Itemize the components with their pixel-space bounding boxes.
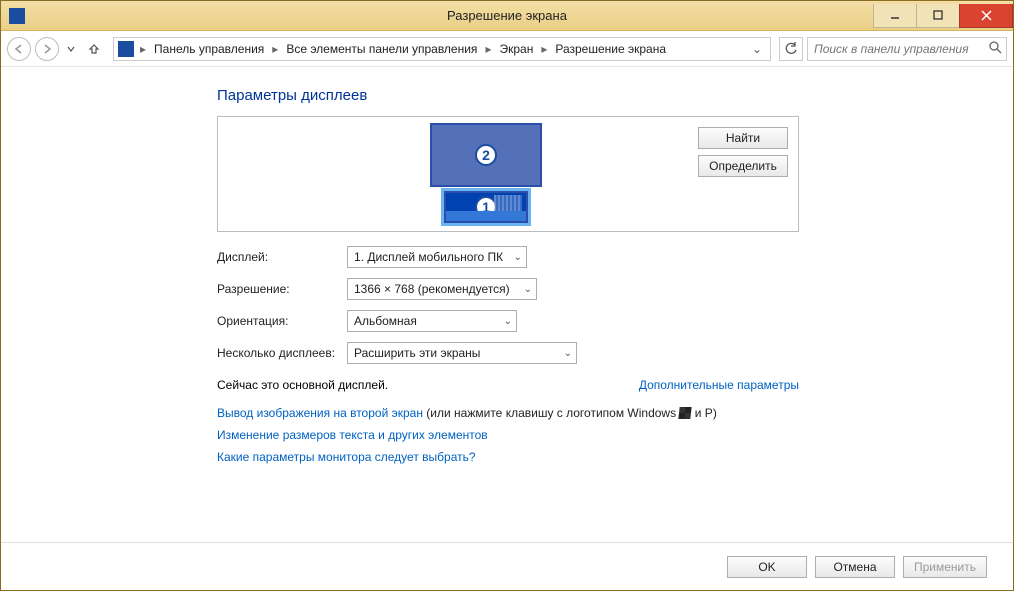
monitor-1[interactable]: 1 [444, 191, 528, 223]
primary-display-status: Сейчас это основной дисплей. [217, 378, 388, 392]
chevron-right-icon: ▸ [270, 42, 280, 56]
cancel-button[interactable]: Отмена [815, 556, 895, 578]
search-icon [988, 40, 1002, 57]
multi-display-label: Несколько дисплеев: [217, 346, 347, 360]
breadcrumb-item[interactable]: Разрешение экрана [551, 40, 670, 58]
text-size-link[interactable]: Изменение размеров текста и других элеме… [217, 428, 799, 442]
breadcrumb-item[interactable]: Все элементы панели управления [282, 40, 481, 58]
maximize-button[interactable] [916, 4, 960, 28]
search-box[interactable] [807, 37, 1007, 61]
minimize-button[interactable] [873, 4, 917, 28]
content-area: Параметры дисплеев 2 1 Найти Определить … [1, 67, 1013, 542]
display-value: 1. Дисплей мобильного ПК [354, 250, 503, 264]
chevron-down-icon: ⌄ [524, 284, 532, 295]
refresh-button[interactable] [779, 37, 803, 61]
ok-button[interactable]: OK [727, 556, 807, 578]
navbar: ▸ Панель управления ▸ Все элементы панел… [1, 31, 1013, 67]
orientation-value: Альбомная [354, 314, 417, 328]
monitor-help-link[interactable]: Какие параметры монитора следует выбрать… [217, 450, 799, 464]
page-title: Параметры дисплеев [217, 87, 799, 104]
hint-text: (или нажмите клавишу с логотипом Windows [423, 406, 679, 420]
chevron-right-icon: ▸ [138, 42, 148, 56]
chevron-down-icon: ⌄ [564, 348, 572, 359]
window: Разрешение экрана ▸ Па [0, 0, 1014, 591]
display-label: Дисплей: [217, 250, 347, 264]
display-arrangement[interactable]: 2 1 Найти Определить [217, 116, 799, 232]
chevron-right-icon: ▸ [539, 42, 549, 56]
display-icon [9, 8, 25, 24]
nav-forward-button[interactable] [35, 37, 59, 61]
breadcrumb[interactable]: ▸ Панель управления ▸ Все элементы панел… [113, 37, 771, 61]
breadcrumb-item[interactable]: Панель управления [150, 40, 268, 58]
breadcrumb-item[interactable]: Экран [495, 40, 537, 58]
apply-button[interactable]: Применить [903, 556, 987, 578]
monitor-number: 2 [475, 144, 497, 166]
window-title: Разрешение экрана [1, 8, 1013, 23]
monitor-2[interactable]: 2 [430, 123, 542, 187]
taskbar-icon [446, 211, 526, 221]
monitor-icon [118, 41, 134, 57]
resolution-label: Разрешение: [217, 282, 347, 296]
detect-button[interactable]: Найти [698, 127, 788, 149]
nav-up-button[interactable] [83, 38, 105, 60]
project-link-row: Вывод изображения на второй экран (или н… [217, 406, 799, 420]
chevron-down-icon: ⌄ [504, 316, 512, 327]
orientation-select[interactable]: Альбомная ⌄ [347, 310, 517, 332]
chevron-down-icon[interactable]: ⌄ [748, 42, 766, 56]
orientation-label: Ориентация: [217, 314, 347, 328]
chevron-down-icon: ⌄ [514, 252, 522, 263]
multi-display-value: Расширить эти экраны [354, 346, 480, 360]
search-input[interactable] [812, 41, 988, 57]
nav-history-button[interactable] [63, 37, 79, 61]
advanced-settings-link[interactable]: Дополнительные параметры [639, 378, 799, 392]
resolution-select[interactable]: 1366 × 768 (рекомендуется) ⌄ [347, 278, 537, 300]
display-select[interactable]: 1. Дисплей мобильного ПК ⌄ [347, 246, 527, 268]
hint-text: и P) [691, 406, 716, 420]
window-controls [874, 4, 1013, 28]
multi-display-select[interactable]: Расширить эти экраны ⌄ [347, 342, 577, 364]
titlebar: Разрешение экрана [1, 1, 1013, 31]
dialog-footer: OK Отмена Применить [1, 542, 1013, 590]
resolution-value: 1366 × 768 (рекомендуется) [354, 282, 510, 296]
close-button[interactable] [959, 4, 1013, 28]
windows-logo-icon [679, 407, 692, 419]
chevron-right-icon: ▸ [483, 42, 493, 56]
identify-button[interactable]: Определить [698, 155, 788, 177]
project-second-screen-link[interactable]: Вывод изображения на второй экран [217, 406, 423, 420]
nav-back-button[interactable] [7, 37, 31, 61]
